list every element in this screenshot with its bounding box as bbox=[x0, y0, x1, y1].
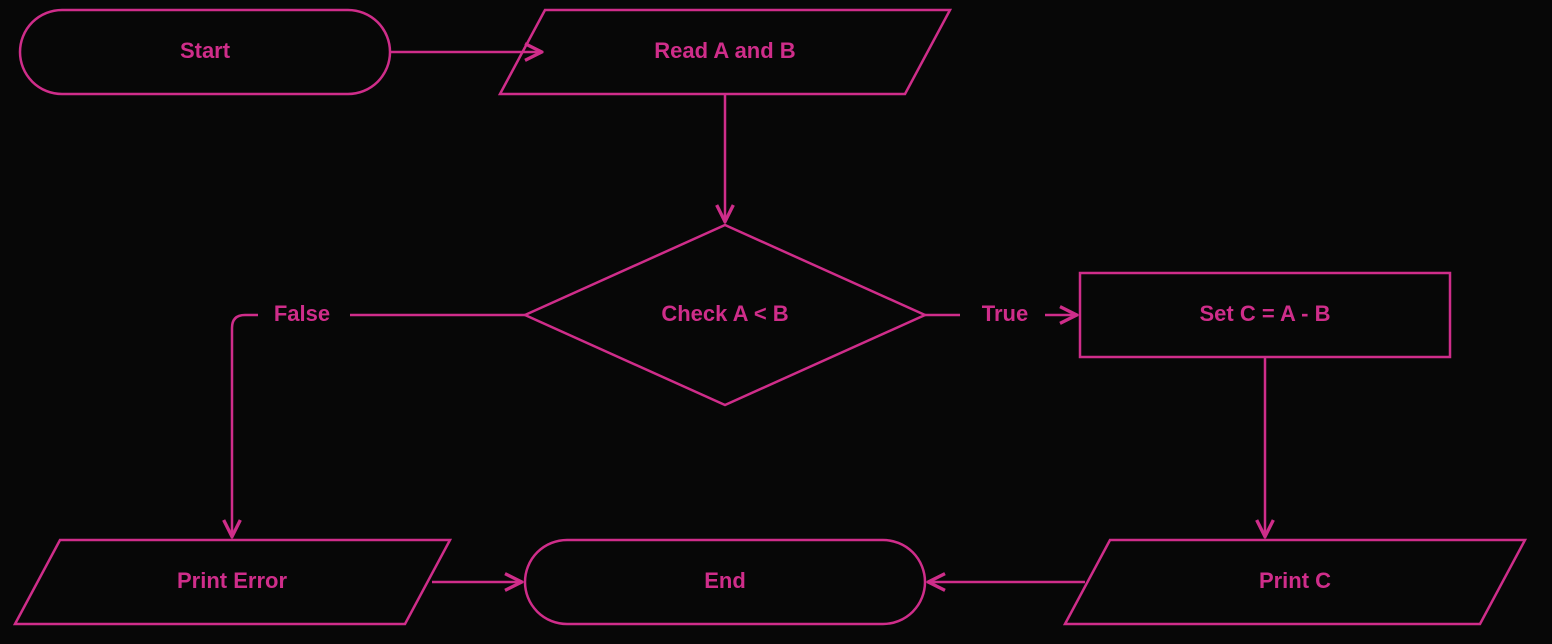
node-printc-label: Print C bbox=[1259, 568, 1331, 593]
node-end: End bbox=[525, 540, 925, 624]
edge-check-true: True bbox=[925, 301, 1075, 326]
flowchart-canvas: Start Read A and B Check A < B Set C = A… bbox=[0, 0, 1552, 644]
node-start-label: Start bbox=[180, 38, 231, 63]
node-end-label: End bbox=[704, 568, 746, 593]
node-printerror-label: Print Error bbox=[177, 568, 287, 593]
edge-false-label: False bbox=[274, 301, 330, 326]
edge-true-label: True bbox=[982, 301, 1028, 326]
node-check: Check A < B bbox=[525, 225, 925, 405]
node-setc: Set C = A - B bbox=[1080, 273, 1450, 357]
node-printc: Print C bbox=[1065, 540, 1525, 624]
node-setc-label: Set C = A - B bbox=[1199, 301, 1330, 326]
node-read: Read A and B bbox=[500, 10, 950, 94]
node-check-label: Check A < B bbox=[661, 301, 788, 326]
edge-check-false: False bbox=[232, 301, 525, 535]
node-printerror: Print Error bbox=[15, 540, 450, 624]
node-read-label: Read A and B bbox=[654, 38, 795, 63]
node-start: Start bbox=[20, 10, 390, 94]
